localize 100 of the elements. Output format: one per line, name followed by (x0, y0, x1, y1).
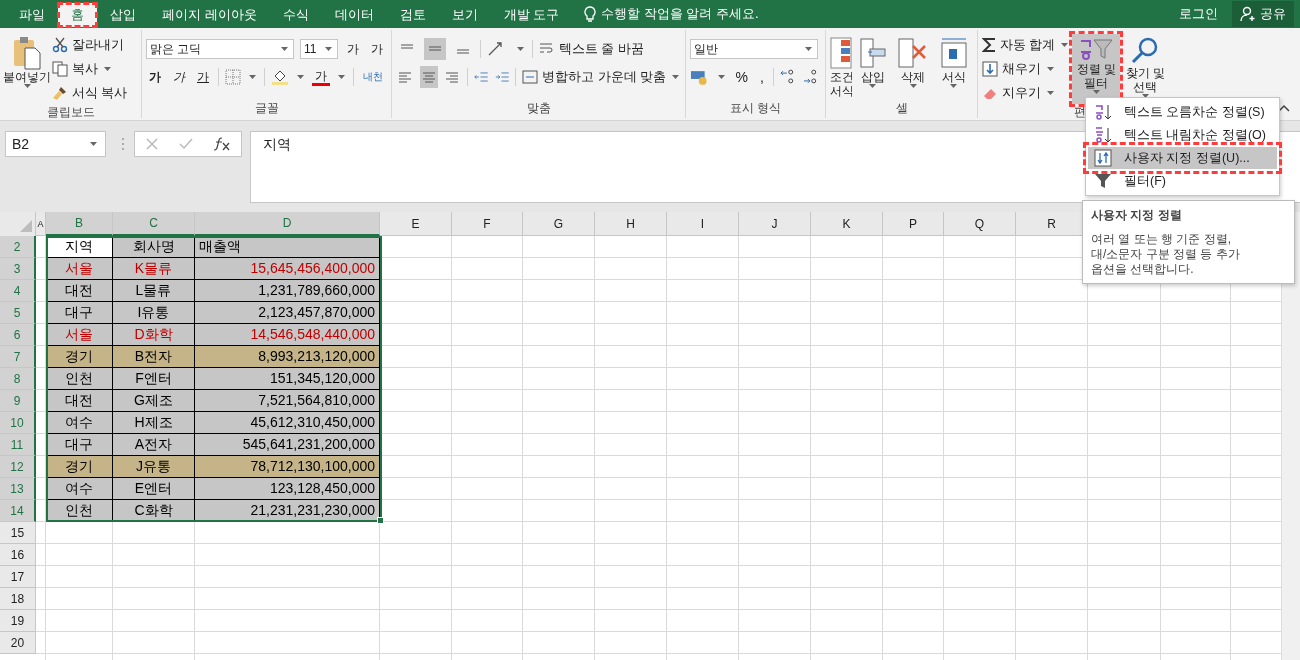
row-header[interactable]: 10 (0, 412, 36, 434)
bold-button[interactable]: 가 (146, 67, 164, 87)
caret-icon[interactable] (717, 75, 725, 79)
table-cell: L물류 (113, 280, 195, 302)
caret-icon[interactable] (249, 75, 256, 79)
row-header[interactable]: 4 (0, 280, 36, 302)
find-select-button[interactable]: 찾기 및 선택 (1122, 34, 1169, 104)
table-cell: 여수 (46, 412, 113, 434)
ribbon-tab[interactable]: 삽입 (97, 3, 149, 27)
ribbon-tab[interactable]: 수식 (269, 3, 322, 27)
function-icon[interactable] (213, 137, 232, 151)
percent-button[interactable]: % (732, 67, 751, 87)
row-header[interactable]: 2 (0, 236, 36, 258)
row-header[interactable]: 19 (0, 610, 36, 632)
fill-button[interactable]: 채우기 (982, 58, 1071, 80)
table-cell: 545,641,231,200,000 (195, 434, 380, 456)
paste-button[interactable]: 붙여넣기 (4, 34, 50, 104)
insert-cells-button[interactable]: 삽입 (853, 34, 893, 100)
decrease-indent-icon[interactable] (474, 70, 489, 84)
table-cell: 45,612,310,450,000 (195, 412, 380, 434)
conditional-format-button[interactable]: 조건 서식 (830, 34, 852, 100)
row-header[interactable]: 16 (0, 544, 36, 566)
table-cell: 여수 (46, 478, 113, 500)
number-format-dropdown[interactable]: 일반 (690, 39, 818, 59)
tell-me-search[interactable]: 수행할 작업을 알려 주세요. (601, 5, 759, 23)
row-header[interactable]: 20 (0, 632, 36, 654)
sort-filter-icon (1078, 36, 1115, 62)
row-header[interactable]: 9 (0, 390, 36, 412)
check-icon[interactable] (178, 137, 194, 151)
clear-button[interactable]: 지우기 (982, 82, 1071, 104)
row-header[interactable]: 3 (0, 258, 36, 280)
fill-handle[interactable] (377, 517, 384, 524)
merge-center-button[interactable]: 병합하고 가운데 맞춤 (522, 66, 681, 88)
column-header[interactable]: D (195, 212, 380, 236)
menu-item[interactable]: 텍스트 오름차순 정렬(S) (1088, 101, 1277, 123)
login-button[interactable]: 로그인 (1175, 5, 1222, 23)
delete-cells-button[interactable]: 삭제 (894, 34, 933, 100)
cut-button[interactable]: 잘라내기 (52, 34, 128, 56)
column-header[interactable]: B (46, 212, 113, 236)
select-all-icon[interactable] (19, 219, 33, 233)
horizontal-align-button[interactable] (419, 66, 438, 88)
row-header[interactable]: 5 (0, 302, 36, 324)
italic-button[interactable]: 가 (170, 67, 188, 87)
menu-item[interactable]: 필터(F) (1088, 170, 1277, 192)
fill-down-icon (982, 61, 998, 77)
conditional-format-icon (830, 36, 852, 70)
table-cell: J유통 (113, 456, 195, 478)
table-cell: 1,231,789,660,000 (195, 280, 380, 302)
copy-button[interactable]: 복사 (52, 58, 128, 80)
row-header[interactable]: 13 (0, 478, 36, 500)
underline-button[interactable]: 가 (194, 67, 212, 87)
table-cell: 대구 (46, 302, 113, 324)
wrap-text-button[interactable]: 텍스트 줄 바꿈 (539, 38, 644, 60)
phonetic-button[interactable]: 내천 (360, 67, 386, 87)
autosum-button[interactable]: 자동 합계 (982, 34, 1071, 56)
ribbon-tab[interactable]: 보기 (438, 3, 491, 27)
table-cell: 인천 (46, 368, 113, 390)
border-icon[interactable] (225, 69, 241, 85)
name-box[interactable]: B2 (5, 131, 106, 157)
row-header[interactable]: 15 (0, 522, 36, 544)
row-header[interactable]: 7 (0, 346, 36, 368)
row-header[interactable]: 18 (0, 588, 36, 610)
ribbon-tab[interactable]: 홈 (58, 3, 97, 27)
align-icon (421, 71, 436, 83)
row-header[interactable]: 6 (0, 324, 36, 346)
increase-font-size-button[interactable]: 가 (344, 39, 362, 59)
format-cells-button[interactable]: 서식 (934, 34, 973, 100)
row-header[interactable]: 11 (0, 434, 36, 456)
decrease-font-size-button[interactable]: 가 (368, 39, 386, 59)
font-color-button[interactable]: 가 (312, 68, 330, 86)
ribbon-tab[interactable]: 개발 도구 (490, 3, 573, 27)
table-cell: 대전 (46, 280, 113, 302)
ribbon-tab[interactable]: 파일 (6, 3, 58, 27)
ribbon-tab[interactable]: 데이터 (321, 3, 387, 27)
vertical-align-button[interactable] (424, 38, 446, 60)
fill-color-icon[interactable] (271, 68, 289, 86)
caret-icon (281, 47, 288, 51)
table-cell: H제조 (113, 412, 195, 434)
column-header[interactable]: C (113, 212, 195, 236)
caret-icon (950, 84, 958, 88)
row-header[interactable]: 14 (0, 500, 36, 522)
caret-icon[interactable] (338, 75, 345, 79)
drag-handle-icon[interactable] (120, 136, 126, 152)
increase-indent-icon[interactable] (494, 70, 510, 84)
row-header[interactable]: 17 (0, 566, 36, 588)
sort-filter-button[interactable]: 정렬 및 필터 (1072, 34, 1121, 104)
comma-button[interactable]: , (757, 67, 767, 87)
ribbon-tab[interactable]: 검토 (386, 3, 439, 27)
format-painter-button[interactable]: 서식 복사 (52, 82, 128, 104)
share-button[interactable]: 공유 (1232, 1, 1294, 27)
caret-icon[interactable] (297, 75, 304, 79)
cancel-icon[interactable] (144, 137, 159, 151)
row-header[interactable]: 12 (0, 456, 36, 478)
collapse-ribbon-icon[interactable] (1278, 104, 1290, 112)
font-name-dropdown[interactable]: 맑은 고딕 (146, 39, 294, 59)
font-size-dropdown[interactable]: 11 (300, 39, 338, 59)
currency-icon[interactable] (690, 69, 710, 85)
caret-icon[interactable] (517, 47, 524, 51)
ribbon-tab[interactable]: 페이지 레이아웃 (149, 3, 270, 27)
row-header[interactable]: 8 (0, 368, 36, 390)
